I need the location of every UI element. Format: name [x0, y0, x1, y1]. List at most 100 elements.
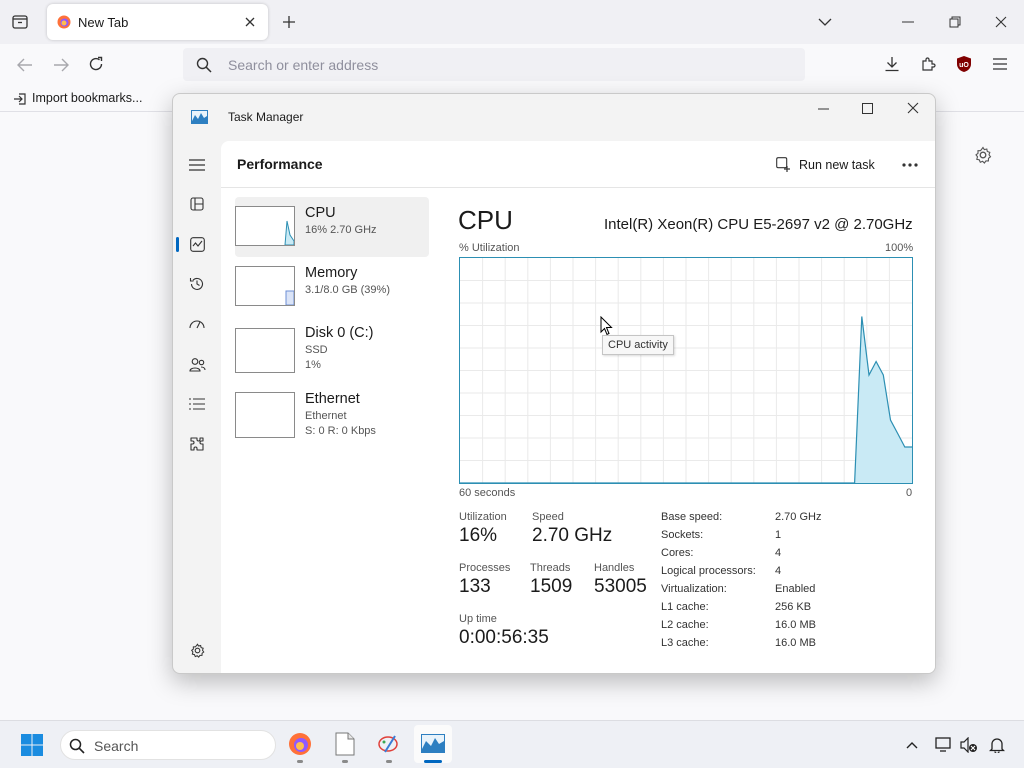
more-options-icon[interactable] [899, 156, 921, 174]
threads-value: 1509 [530, 576, 573, 597]
hamburger-menu-icon[interactable] [187, 155, 207, 175]
cpu-mini-graph [235, 206, 295, 246]
list-item-memory[interactable]: Memory 3.1/8.0 GB (39%) [235, 257, 429, 317]
search-icon [68, 737, 86, 755]
spec-key: Logical processors: [661, 565, 756, 577]
list-item-cpu[interactable]: CPU 16% 2.70 GHz [235, 197, 429, 257]
minimize-browser-icon[interactable] [899, 13, 917, 31]
notepad-taskbar-icon[interactable] [332, 731, 358, 757]
spec-key: L1 cache: [661, 601, 709, 613]
task-manager-active-indicator [424, 760, 442, 763]
tab-overview-icon[interactable] [10, 12, 30, 32]
list-item-disk[interactable]: Disk 0 (C:) SSD 1% [235, 317, 429, 383]
users-nav-icon[interactable] [187, 354, 207, 374]
network-disconnected-icon[interactable] [934, 735, 954, 755]
memory-label: Memory [305, 265, 358, 281]
spec-key: Sockets: [661, 529, 704, 541]
app-history-nav-icon[interactable] [187, 274, 207, 294]
handles-value: 53005 [594, 576, 647, 597]
new-tab-plus-icon[interactable] [280, 13, 298, 31]
window-title: Task Manager [228, 110, 304, 124]
firefox-taskbar-icon[interactable] [287, 731, 313, 757]
downloads-icon[interactable] [882, 54, 902, 74]
page-header: Performance Run new task [221, 141, 935, 188]
cpu-activity-tooltip: CPU activity [602, 335, 674, 355]
windows-taskbar: Search [0, 720, 1024, 768]
settings-gear-icon[interactable] [187, 640, 207, 660]
close-icon[interactable] [903, 99, 923, 117]
ublock-origin-icon[interactable]: uO [954, 54, 974, 74]
paint-taskbar-icon[interactable] [376, 731, 402, 757]
handles-label: Handles [594, 562, 635, 574]
list-item-ethernet[interactable]: Ethernet Ethernet S: 0 R: 0 Kbps [235, 383, 429, 449]
close-tab-icon[interactable] [243, 15, 257, 29]
spec-key: L3 cache: [661, 637, 709, 649]
tab-title: New Tab [78, 15, 129, 30]
extensions-puzzle-icon[interactable] [918, 54, 938, 74]
y-axis-label: % Utilization [459, 242, 520, 254]
restore-browser-icon[interactable] [946, 13, 964, 31]
notifications-bell-icon[interactable] [987, 735, 1007, 755]
minimize-icon[interactable] [813, 100, 833, 118]
y-max-label: 100% [885, 242, 914, 254]
startup-apps-nav-icon[interactable] [187, 314, 207, 334]
maximize-icon[interactable] [857, 99, 877, 117]
paint-running-indicator [386, 760, 392, 763]
browser-tab-bar: New Tab [0, 0, 1024, 44]
run-new-task-icon [775, 156, 791, 172]
utilization-value: 16% [459, 525, 498, 546]
performance-nav-icon[interactable] [187, 234, 207, 254]
task-manager-taskbar-icon [421, 733, 445, 753]
ethernet-throughput: S: 0 R: 0 Kbps [305, 425, 376, 437]
address-bar[interactable]: Search or enter address [183, 48, 805, 81]
reload-icon[interactable] [86, 54, 106, 74]
x-axis-right-label: 0 [906, 487, 913, 499]
processes-label: Processes [459, 562, 511, 574]
spec-key: Base speed: [661, 511, 723, 523]
spec-key: L2 cache: [661, 619, 709, 631]
threads-label: Threads [530, 562, 571, 574]
app-menu-hamburger-icon[interactable] [990, 54, 1010, 74]
task-manager-window: Task Manager Performance Run new task CP… [172, 93, 936, 674]
spec-value: 4 [775, 547, 782, 559]
cpu-summary: 16% 2.70 GHz [305, 224, 377, 236]
uptime-value: 0:00:56:35 [459, 627, 549, 648]
ethernet-mini-graph [235, 392, 295, 438]
uptime-label: Up time [459, 613, 497, 625]
close-browser-icon[interactable] [992, 13, 1010, 31]
mouse-cursor-icon [600, 316, 614, 336]
start-windows-icon[interactable] [20, 733, 44, 757]
import-bookmarks-label: Import bookmarks... [32, 91, 143, 105]
new-tab-settings-gear-icon[interactable] [973, 145, 993, 165]
disk-type: SSD [305, 344, 328, 356]
import-bookmarks-button[interactable]: Import bookmarks... [8, 86, 148, 110]
spec-value: Enabled [775, 583, 816, 595]
show-hidden-icons-chevron-icon[interactable] [903, 736, 921, 754]
search-label: Search [94, 738, 139, 754]
taskbar-search-box[interactable]: Search [60, 730, 276, 760]
memory-summary: 3.1/8.0 GB (39%) [305, 284, 390, 296]
utilization-label: Utilization [459, 511, 507, 523]
run-new-task-button[interactable]: Run new task [773, 151, 881, 179]
address-placeholder: Search or enter address [228, 57, 379, 73]
spec-value: 16.0 MB [775, 619, 816, 631]
processes-value: 133 [459, 576, 491, 597]
spec-value: 16.0 MB [775, 637, 816, 649]
details-nav-icon[interactable] [187, 394, 207, 414]
disk-mini-graph [235, 328, 295, 373]
import-icon [12, 91, 26, 105]
volume-muted-icon[interactable] [959, 735, 979, 755]
spec-value: 1 [775, 529, 782, 541]
task-manager-app-icon [190, 109, 208, 125]
x-axis-left-label: 60 seconds [459, 487, 516, 499]
forward-arrow-icon[interactable] [51, 55, 71, 75]
processor-name: Intel(R) Xeon(R) CPU E5-2697 v2 @ 2.70GH… [604, 216, 913, 233]
tab-new-tab[interactable]: New Tab [47, 4, 268, 40]
back-arrow-icon[interactable] [15, 55, 35, 75]
firefox-tab-icon [57, 15, 71, 29]
list-all-tabs-icon[interactable] [816, 13, 834, 31]
task-manager-taskbar-button[interactable] [414, 725, 452, 763]
services-nav-icon[interactable] [187, 434, 207, 454]
cpu-utilization-chart [459, 257, 913, 484]
processes-nav-icon[interactable] [187, 194, 207, 214]
